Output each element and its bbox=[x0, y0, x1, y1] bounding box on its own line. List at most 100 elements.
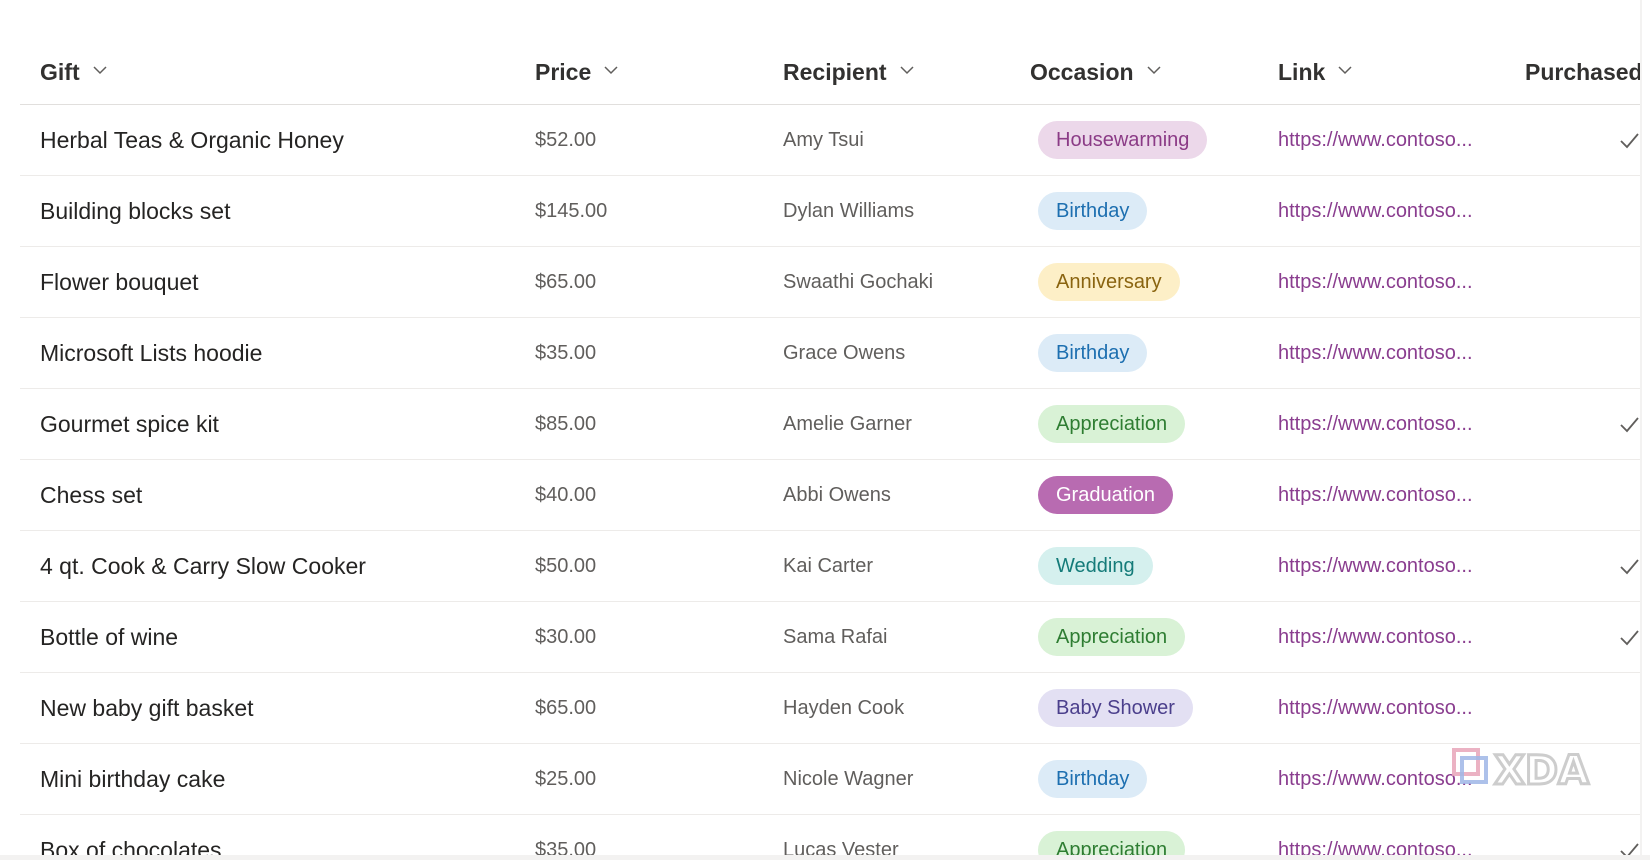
checkmark-icon bbox=[1620, 417, 1639, 433]
chevron-down-icon bbox=[604, 66, 618, 75]
xda-watermark-logo: XDA bbox=[1452, 747, 1591, 794]
gift-cell: New baby gift basket bbox=[40, 694, 254, 721]
column-header-label: Link bbox=[1278, 58, 1326, 85]
checkmark-icon bbox=[1620, 843, 1639, 855]
table-row[interactable]: Box of chocolates $35.00 Lucas Vester Appre… bbox=[20, 815, 1640, 855]
purchased-cell bbox=[1610, 105, 1640, 175]
purchased-cell bbox=[1610, 602, 1640, 672]
purchased-cell bbox=[1610, 531, 1640, 601]
table-row[interactable]: Building blocks set $145.00 Dylan Williams… bbox=[20, 176, 1640, 247]
link-cell[interactable]: https://www.contoso... bbox=[1278, 176, 1508, 254]
occasion-badge: Graduation bbox=[1038, 476, 1173, 514]
link-cell[interactable]: https://www.contoso... bbox=[1278, 602, 1508, 680]
recipient-cell: Abbi Owens bbox=[783, 483, 891, 506]
price-cell: $145.00 bbox=[535, 199, 608, 222]
table-row[interactable]: Mini birthday cake $25.00 Nicole Wagner Bir… bbox=[20, 744, 1640, 815]
column-header-purchased[interactable]: Purchased bbox=[1525, 40, 1640, 104]
scrollbar-edge bbox=[1640, 0, 1642, 855]
link-cell[interactable]: https://www.contoso... bbox=[1278, 318, 1508, 396]
occasion-cell: Appreciation bbox=[1038, 815, 1278, 855]
link-cell[interactable]: https://www.contoso... bbox=[1278, 531, 1508, 609]
recipient-cell: Grace Owens bbox=[783, 341, 906, 364]
bottom-edge bbox=[0, 855, 1650, 860]
occasion-badge: Birthday bbox=[1038, 760, 1148, 798]
link-cell[interactable]: https://www.contoso... bbox=[1278, 460, 1508, 538]
price-cell: $35.00 bbox=[535, 838, 597, 856]
chevron-down-icon bbox=[1147, 66, 1161, 75]
checkmark-icon bbox=[1620, 630, 1639, 646]
column-header-gift[interactable]: Gift bbox=[40, 40, 108, 104]
column-header-link[interactable]: Link bbox=[1278, 40, 1353, 104]
price-cell: $52.00 bbox=[535, 128, 597, 151]
recipient-cell: Amelie Garner bbox=[783, 412, 912, 435]
gift-cell: Herbal Teas & Organic Honey bbox=[40, 126, 344, 153]
table-row[interactable]: New baby gift basket $65.00 Hayden Cook Bab… bbox=[20, 673, 1640, 744]
gift-cell: Gourmet spice kit bbox=[40, 410, 219, 437]
price-cell: $40.00 bbox=[535, 483, 597, 506]
price-cell: $35.00 bbox=[535, 341, 597, 364]
table-row[interactable]: Gourmet spice kit $85.00 Amelie Garner Appr… bbox=[20, 389, 1640, 460]
occasion-cell: Baby Shower bbox=[1038, 673, 1278, 743]
checkmark-icon bbox=[1620, 559, 1639, 575]
purchased-cell bbox=[1610, 176, 1640, 246]
purchased-cell bbox=[1610, 460, 1640, 530]
gift-list: Gift Price Recipient Occasion Link Purch… bbox=[20, 0, 1640, 855]
recipient-cell: Dylan Williams bbox=[783, 199, 915, 222]
chevron-down-icon bbox=[900, 66, 914, 75]
table-row[interactable]: Bottle of wine $30.00 Sama Rafai Appreciati… bbox=[20, 602, 1640, 673]
table-row[interactable]: Microsoft Lists hoodie $35.00 Grace Owens B… bbox=[20, 318, 1640, 389]
occasion-cell: Birthday bbox=[1038, 176, 1278, 246]
gift-cell: Building blocks set bbox=[40, 197, 231, 224]
occasion-badge: Wedding bbox=[1038, 547, 1153, 585]
recipient-cell: Nicole Wagner bbox=[783, 767, 914, 790]
occasion-badge: Birthday bbox=[1038, 192, 1148, 230]
gift-cell: Bottle of wine bbox=[40, 623, 179, 650]
occasion-badge: Anniversary bbox=[1038, 263, 1180, 301]
purchased-cell bbox=[1610, 389, 1640, 459]
purchased-cell bbox=[1610, 318, 1640, 388]
occasion-badge: Housewarming bbox=[1038, 121, 1208, 159]
occasion-badge: Appreciation bbox=[1038, 618, 1186, 656]
table-row[interactable]: Chess set $40.00 Abbi Owens Graduation https… bbox=[20, 460, 1640, 531]
link-cell[interactable]: https://www.contoso... bbox=[1278, 389, 1508, 467]
column-header-price[interactable]: Price bbox=[535, 40, 619, 104]
occasion-cell: Appreciation bbox=[1038, 389, 1278, 459]
price-cell: $25.00 bbox=[535, 767, 597, 790]
occasion-badge: Appreciation bbox=[1038, 831, 1186, 855]
gift-cell: Box of chocolates bbox=[40, 836, 222, 856]
purchased-cell bbox=[1610, 815, 1640, 855]
link-cell[interactable]: https://www.contoso... bbox=[1278, 815, 1508, 856]
purchased-cell bbox=[1610, 673, 1640, 743]
table-row[interactable]: Flower bouquet $65.00 Swaathi Gochaki Anniv… bbox=[20, 247, 1640, 318]
column-header-label: Occasion bbox=[1030, 58, 1134, 85]
column-header-row: Gift Price Recipient Occasion Link Purch… bbox=[20, 40, 1640, 105]
recipient-cell: Lucas Vester bbox=[783, 838, 899, 856]
column-header-recipient[interactable]: Recipient bbox=[783, 40, 915, 104]
link-cell[interactable]: https://www.contoso... bbox=[1278, 247, 1508, 325]
column-header-label: Purchased bbox=[1525, 58, 1640, 85]
gift-cell: 4 qt. Cook & Carry Slow Cooker bbox=[40, 552, 366, 579]
price-cell: $85.00 bbox=[535, 412, 597, 435]
price-cell: $65.00 bbox=[535, 270, 597, 293]
purchased-cell bbox=[1610, 247, 1640, 317]
occasion-badge: Birthday bbox=[1038, 334, 1148, 372]
gift-cell: Chess set bbox=[40, 481, 143, 508]
occasion-cell: Housewarming bbox=[1038, 105, 1278, 175]
purchased-cell bbox=[1610, 744, 1640, 814]
recipient-cell: Hayden Cook bbox=[783, 696, 905, 719]
table-row[interactable]: 4 qt. Cook & Carry Slow Cooker $50.00 Kai … bbox=[20, 531, 1640, 602]
column-header-occasion[interactable]: Occasion bbox=[1030, 40, 1162, 104]
link-cell[interactable]: https://www.contoso... bbox=[1278, 105, 1508, 183]
recipient-cell: Amy Tsui bbox=[783, 128, 864, 151]
column-header-label: Price bbox=[535, 58, 592, 85]
occasion-cell: Wedding bbox=[1038, 531, 1278, 601]
column-header-label: Recipient bbox=[783, 58, 887, 85]
price-cell: $50.00 bbox=[535, 554, 597, 577]
gift-cell: Flower bouquet bbox=[40, 268, 199, 295]
chevron-down-icon bbox=[1338, 66, 1352, 75]
svg-text:XDA: XDA bbox=[1494, 748, 1589, 794]
table-row[interactable]: Herbal Teas & Organic Honey $52.00 Amy Tsu… bbox=[20, 105, 1640, 176]
price-cell: $65.00 bbox=[535, 696, 597, 719]
link-cell[interactable]: https://www.contoso... bbox=[1278, 673, 1508, 751]
chevron-down-icon bbox=[93, 66, 107, 75]
